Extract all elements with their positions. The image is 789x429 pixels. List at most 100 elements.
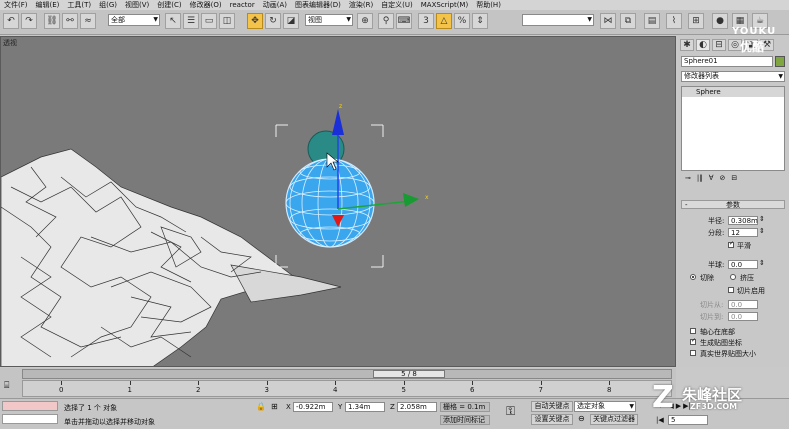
angle-snap-icon[interactable]: △ — [436, 13, 452, 29]
key-filters-icon[interactable]: ⊖ — [578, 414, 585, 423]
smooth-checkbox[interactable]: ✓ — [728, 240, 734, 248]
key-mode-toggle-icon[interactable]: |◀ — [656, 416, 664, 424]
modifier-list-dropdown[interactable]: 修改器列表 ▼ — [681, 71, 785, 82]
key-filters-button[interactable]: 关键点过滤器 — [590, 414, 638, 425]
menu-item[interactable]: 修改器(O) — [186, 0, 226, 10]
menu-item[interactable]: 自定义(U) — [377, 0, 417, 10]
maxscript-listener[interactable] — [2, 401, 58, 411]
radius-input[interactable]: 0.308m — [728, 216, 758, 225]
current-frame-input[interactable]: 5 — [668, 415, 708, 425]
modify-tab-icon[interactable]: ◐ — [696, 39, 710, 51]
slice-to-input[interactable]: 0.0 — [728, 312, 758, 321]
reference-coord-dropdown[interactable]: 视图 ▼ — [305, 14, 353, 26]
slice-from-input[interactable]: 0.0 — [728, 300, 758, 309]
menu-item[interactable]: 图表编辑器(D) — [291, 0, 345, 10]
link-icon[interactable]: ⛓ — [44, 13, 60, 29]
selection-filter-dropdown[interactable]: 全部 ▼ — [108, 14, 160, 26]
create-tab-icon[interactable]: ✱ — [680, 39, 694, 51]
object-name-input[interactable]: Sphere01 — [681, 56, 773, 67]
slice-to-label: 切片到: — [700, 313, 724, 321]
mini-curve-editor-icon[interactable]: ⌸ — [4, 381, 16, 393]
mirror-icon[interactable]: ⋈ — [600, 13, 616, 29]
hemisphere-input[interactable]: 0.0 — [728, 260, 758, 269]
select-scale-icon[interactable]: ◪ — [283, 13, 299, 29]
snap-toggle-icon[interactable]: 3 — [418, 13, 434, 29]
menu-item[interactable]: 组(G) — [95, 0, 121, 10]
lock-selection-icon[interactable]: 🔒 — [256, 402, 266, 411]
maxscript-mini-listener[interactable] — [2, 414, 58, 424]
select-move-icon[interactable]: ✥ — [247, 13, 263, 29]
unlink-icon[interactable]: ⚯ — [62, 13, 78, 29]
configure-sets-icon[interactable]: ⊟ — [731, 174, 737, 186]
bind-space-warp-icon[interactable]: ≈ — [80, 13, 96, 29]
timeline-tick — [61, 381, 62, 385]
menu-item[interactable]: 视图(V) — [121, 0, 153, 10]
window-crossing-icon[interactable]: ◫ — [219, 13, 235, 29]
menu-item[interactable]: 工具(T) — [63, 0, 95, 10]
percent-snap-icon[interactable]: % — [454, 13, 470, 29]
spinner-snap-icon[interactable]: ⇕ — [472, 13, 488, 29]
rect-select-icon[interactable]: ▭ — [201, 13, 217, 29]
select-rotate-icon[interactable]: ↻ — [265, 13, 281, 29]
keyboard-shortcut-icon[interactable]: ⌨ — [396, 13, 412, 29]
menu-item[interactable]: 动画(A) — [259, 0, 291, 10]
select-by-name-icon[interactable]: ☰ — [183, 13, 199, 29]
radius-spinner-icon[interactable]: ⇕ — [759, 215, 765, 223]
y-coord-input[interactable]: 1.34m — [345, 402, 385, 412]
grid-size-display: 栅格 = 0.1m — [440, 402, 490, 412]
undo-icon[interactable]: ↶ — [3, 13, 19, 29]
pivot-center-icon[interactable]: ⊕ — [357, 13, 373, 29]
object-color-swatch[interactable] — [775, 56, 785, 67]
slice-on-checkbox[interactable] — [728, 287, 734, 293]
menu-item[interactable]: reactor — [226, 0, 259, 10]
play-icon[interactable]: ▶ — [676, 402, 681, 412]
squash-radio[interactable] — [730, 274, 736, 280]
remove-modifier-icon[interactable]: ⊘ — [720, 174, 726, 186]
menu-item[interactable]: 渲染(R) — [345, 0, 377, 10]
sphere-object[interactable] — [275, 124, 384, 268]
align-icon[interactable]: ⧉ — [620, 13, 636, 29]
radius-label: 半径: — [708, 217, 725, 225]
hemisphere-spinner-icon[interactable]: ⇕ — [759, 259, 765, 267]
menu-item[interactable]: 编辑(E) — [32, 0, 64, 10]
chop-radio[interactable] — [690, 274, 696, 280]
material-editor-icon[interactable]: ● — [712, 13, 728, 29]
x-coord-input[interactable]: -0.922m — [293, 402, 333, 412]
layer-manager-icon[interactable]: ▤ — [644, 13, 660, 29]
menu-item[interactable]: 创建(C) — [153, 0, 185, 10]
make-unique-icon[interactable]: ∀ — [709, 174, 714, 186]
absolute-mode-icon[interactable]: ⊞ — [271, 402, 278, 411]
track-bar[interactable]: 0 1 2 3 4 5 6 7 8 — [22, 380, 672, 397]
select-object-icon[interactable]: ↖ — [165, 13, 181, 29]
timeline-tick — [540, 381, 542, 385]
show-end-result-icon[interactable]: |‖ — [697, 174, 703, 186]
segments-input[interactable]: 12 — [728, 228, 758, 237]
smooth-label: 平滑 — [737, 242, 751, 250]
segments-spinner-icon[interactable]: ⇕ — [759, 227, 765, 235]
named-selection-dropdown[interactable]: ▼ — [522, 14, 594, 26]
real-world-map-checkbox[interactable] — [690, 350, 696, 356]
parameters-rollout-header[interactable]: - 参数 — [681, 200, 785, 209]
stack-item-sphere[interactable]: Sphere — [682, 87, 784, 97]
key-icon[interactable]: ⚿ — [506, 404, 515, 419]
menu-item[interactable]: 文件(F) — [0, 0, 32, 10]
key-mode-dropdown[interactable]: 选定对象 ▼ — [574, 401, 636, 412]
pin-stack-icon[interactable]: ⊸ — [685, 174, 691, 186]
curve-editor-icon[interactable]: ⌇ — [666, 13, 682, 29]
hierarchy-tab-icon[interactable]: ⊟ — [712, 39, 726, 51]
menu-item[interactable]: MAXScript(M) — [417, 0, 472, 10]
schematic-view-icon[interactable]: ⊞ — [688, 13, 704, 29]
add-time-tag-button[interactable]: 添加时间标记 — [440, 415, 490, 425]
redo-icon[interactable]: ↷ — [21, 13, 37, 29]
timeline-tick-label: 7 — [538, 386, 543, 394]
perspective-viewport[interactable]: 透视 z x — [0, 36, 676, 367]
base-to-pivot-checkbox[interactable] — [690, 328, 696, 334]
select-manipulate-icon[interactable]: ⚲ — [378, 13, 394, 29]
auto-key-button[interactable]: 自动关键点 — [531, 401, 573, 412]
gen-map-coords-checkbox[interactable]: ✓ — [690, 337, 696, 345]
menu-item[interactable]: 帮助(H) — [472, 0, 505, 10]
time-slider-thumb[interactable]: 5 / 8 — [373, 370, 445, 378]
set-key-button[interactable]: 设置关键点 — [531, 414, 573, 425]
z-coord-input[interactable]: 2.058m — [397, 402, 437, 412]
time-slider-track[interactable]: 5 / 8 — [22, 369, 672, 379]
